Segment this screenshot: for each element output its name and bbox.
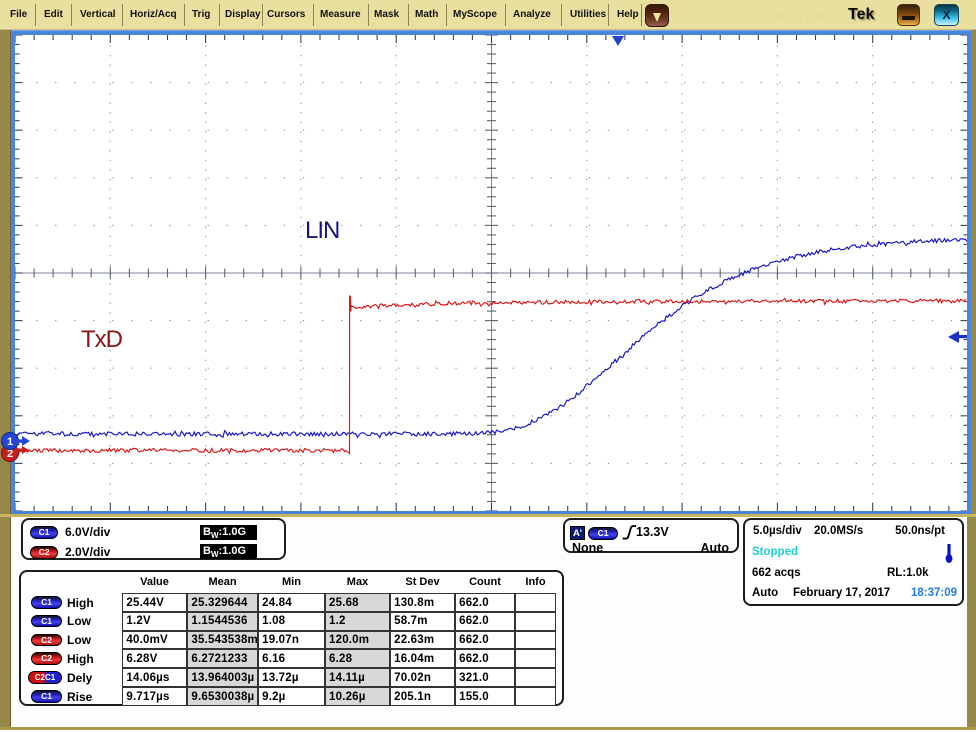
svg-text:1: 1	[7, 436, 13, 448]
